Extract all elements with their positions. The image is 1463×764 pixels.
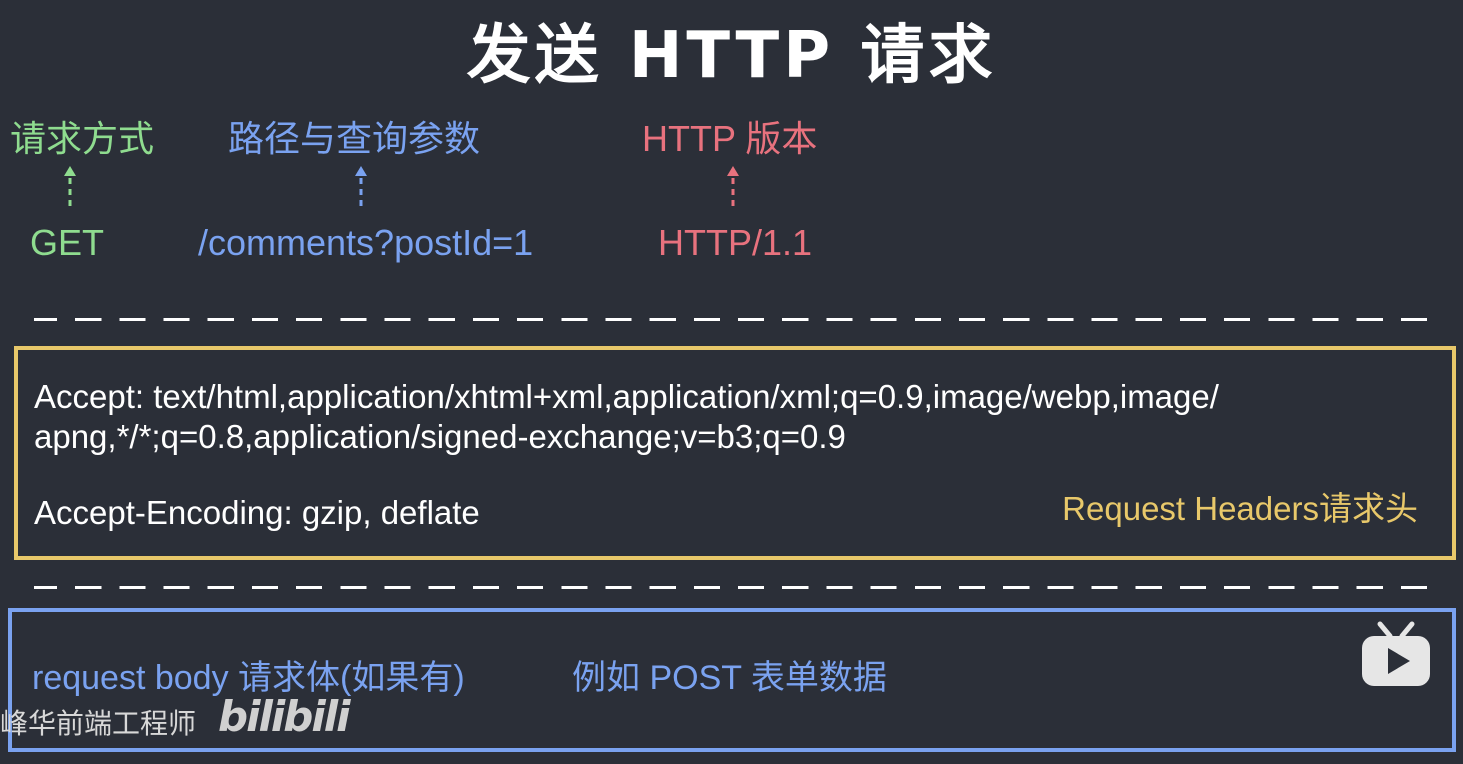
version-label: HTTP 版本 <box>642 118 818 159</box>
path-label: 路径与查询参数 <box>228 118 481 159</box>
bilibili-tv-icon <box>1362 621 1430 686</box>
path-arrow-icon <box>355 166 367 210</box>
separator-2 <box>34 586 1432 589</box>
watermark-channel: 峰华前端工程师 <box>0 707 197 740</box>
method-label: 请求方式 <box>10 118 155 159</box>
header-accept-line-1: Accept: text/html,application/xhtml+xml,… <box>34 378 1219 415</box>
path-value: /comments?postId=1 <box>198 222 534 263</box>
method-value: GET <box>30 222 105 263</box>
headers-caption: Request Headers请求头 <box>1062 490 1418 527</box>
version-value: HTTP/1.1 <box>658 222 813 263</box>
separator-1 <box>34 318 1432 321</box>
header-accept-line-2: apng,*/*;q=0.8,application/signed-exchan… <box>34 418 846 455</box>
version-arrow-icon <box>727 166 739 210</box>
headers-box: Accept: text/html,application/xhtml+xml,… <box>14 346 1456 560</box>
header-accept-encoding: Accept-Encoding: gzip, deflate <box>34 494 480 531</box>
body-example: 例如 POST 表单数据 <box>572 659 887 697</box>
bilibili-logo: bilibili <box>218 692 351 741</box>
method-arrow-icon <box>64 166 76 210</box>
page-title: 发送 HTTP 请求 <box>466 19 997 93</box>
